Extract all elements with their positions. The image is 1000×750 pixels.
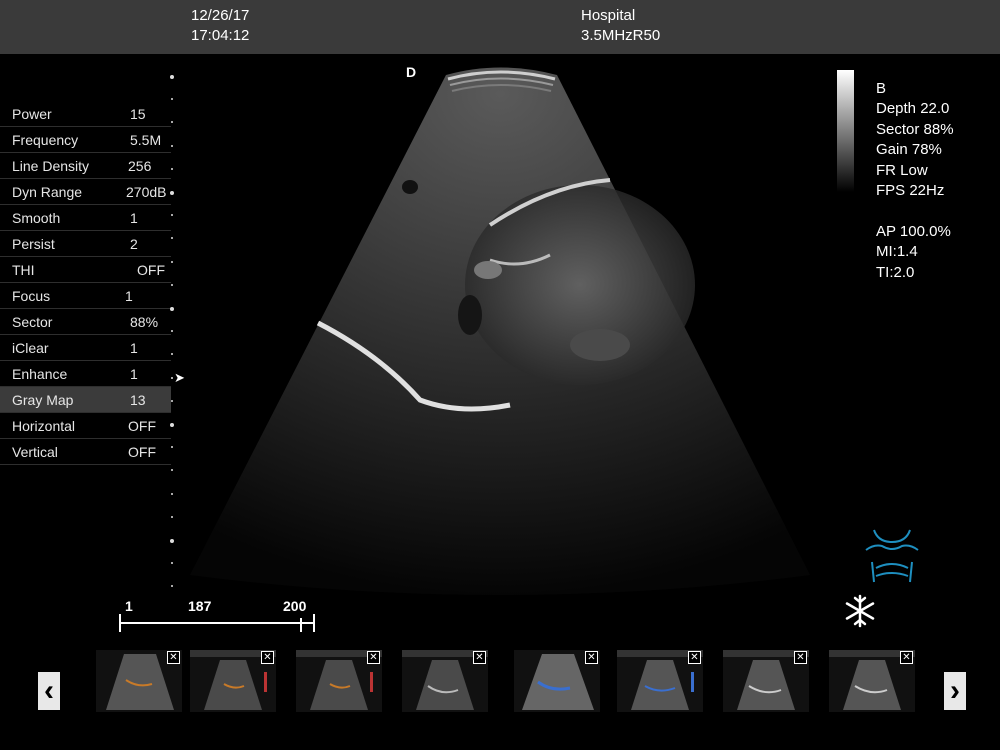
param-thi[interactable]: THI OFF <box>0 257 171 283</box>
thumbnail[interactable]: ✕ <box>96 650 182 712</box>
param-value: 2 <box>130 236 138 252</box>
info-depth: Depth 22.0 <box>876 100 950 117</box>
close-icon[interactable]: ✕ <box>261 651 274 664</box>
param-gray-map[interactable]: Gray Map 13 <box>0 387 171 413</box>
param-value: 1 <box>130 366 138 382</box>
info-mi: MI:1.4 <box>876 243 918 260</box>
param-label: Gray Map <box>12 392 74 408</box>
param-value: 5.5M <box>130 132 162 148</box>
torso-bodymark-icon[interactable] <box>864 528 920 588</box>
chevron-right-icon[interactable]: › <box>944 672 966 710</box>
close-icon[interactable]: ✕ <box>473 651 486 664</box>
param-line-density[interactable]: Line Density 256 <box>0 153 171 179</box>
top-bar: 12/26/17 17:04:12 Hospital 3.5MHzR50 <box>0 0 1000 54</box>
param-focus[interactable]: Focus 1 <box>0 283 171 309</box>
info-fps: FPS 22Hz <box>876 182 945 199</box>
thumbnail[interactable]: ✕ <box>617 650 703 712</box>
chevron-left-icon[interactable]: ‹ <box>38 672 60 710</box>
header-institution: Hospital <box>581 7 636 24</box>
thumbnail[interactable]: ✕ <box>514 650 600 712</box>
grayscale-bar <box>837 70 854 192</box>
param-label: Smooth <box>12 210 61 226</box>
info-ti: TI:2.0 <box>876 264 915 281</box>
param-value: 1 <box>130 340 138 356</box>
param-label: Dyn Range <box>12 184 83 200</box>
parameter-panel: Power 15 Frequency 5.5M Line Density 256 Dy… <box>0 101 171 465</box>
param-label: Power <box>12 106 52 122</box>
param-value: 256 <box>128 158 152 174</box>
close-icon[interactable]: ✕ <box>167 651 180 664</box>
param-label: Sector <box>12 314 53 330</box>
param-sector[interactable]: Sector 88% <box>0 309 171 335</box>
param-value: 270dB <box>126 184 167 200</box>
param-value: OFF <box>128 418 156 434</box>
param-smooth[interactable]: Smooth 1 <box>0 205 171 231</box>
param-value: 88% <box>130 314 159 330</box>
info-ap: AP 100.0% <box>876 223 951 240</box>
param-value: 1 <box>125 288 133 304</box>
close-icon[interactable]: ✕ <box>585 651 598 664</box>
snowflake-freeze-icon[interactable] <box>843 594 877 628</box>
thumbnail[interactable]: ✕ <box>402 650 488 712</box>
ultrasound-image <box>190 67 810 595</box>
param-vertical[interactable]: Vertical OFF <box>0 439 171 465</box>
cine-slider[interactable] <box>116 612 320 634</box>
param-value: OFF <box>137 262 165 278</box>
param-label: THI <box>12 262 35 278</box>
param-value: 13 <box>130 392 146 408</box>
param-iclear[interactable]: iClear 1 <box>0 335 171 361</box>
close-icon[interactable]: ✕ <box>900 651 913 664</box>
thumbnail[interactable]: ✕ <box>723 650 809 712</box>
param-value: 1 <box>130 210 138 226</box>
param-label: Vertical <box>12 444 58 460</box>
close-icon[interactable]: ✕ <box>367 651 380 664</box>
header-time: 17:04:12 <box>191 27 250 44</box>
header-probe: 3.5MHzR50 <box>581 27 661 44</box>
param-label: Enhance <box>12 366 68 382</box>
param-label: iClear <box>12 340 49 356</box>
orientation-marker: D <box>406 64 417 80</box>
param-label: Focus <box>12 288 51 304</box>
param-label: Frequency <box>12 132 79 148</box>
param-value: 15 <box>130 106 146 122</box>
param-label: Persist <box>12 236 55 252</box>
param-persist[interactable]: Persist 2 <box>0 231 171 257</box>
thumbnail[interactable]: ✕ <box>829 650 915 712</box>
param-value: OFF <box>128 444 156 460</box>
info-sector: Sector 88% <box>876 121 954 138</box>
param-horizontal[interactable]: Horizontal OFF <box>0 413 171 439</box>
param-dyn-range[interactable]: Dyn Range 270dB <box>0 179 171 205</box>
param-label: Line Density <box>12 158 90 174</box>
header-date: 12/26/17 <box>191 7 250 24</box>
info-fr: FR Low <box>876 162 928 179</box>
close-icon[interactable]: ✕ <box>688 651 701 664</box>
param-power[interactable]: Power 15 <box>0 101 171 127</box>
thumbnail[interactable]: ✕ <box>296 650 382 712</box>
param-enhance[interactable]: Enhance 1 <box>0 361 171 387</box>
info-mode: B <box>876 80 887 97</box>
thumbnail[interactable]: ✕ <box>190 650 276 712</box>
close-icon[interactable]: ✕ <box>794 651 807 664</box>
info-gain: Gain 78% <box>876 141 942 158</box>
param-label: Horizontal <box>12 418 76 434</box>
param-frequency[interactable]: Frequency 5.5M <box>0 127 171 153</box>
